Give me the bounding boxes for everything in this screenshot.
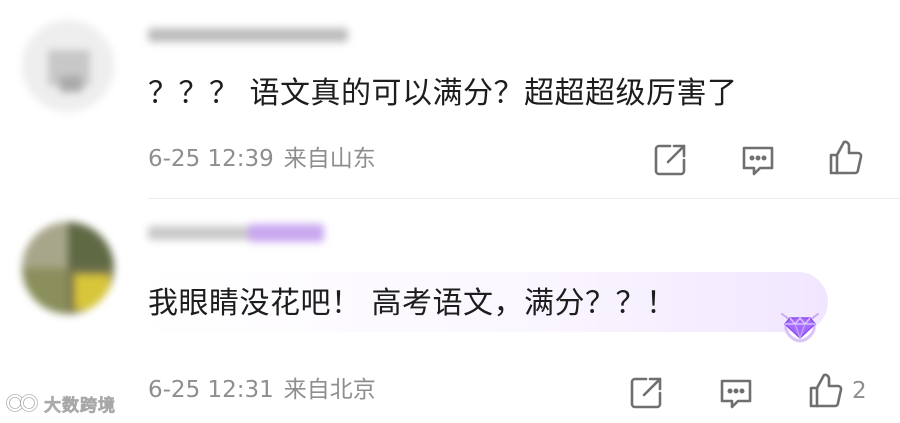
comment-icon[interactable] (738, 140, 778, 180)
comment-item: 我眼睛没花吧！ 高考语文，满分？？！ 6-25 12:31 来自北京 2 (0, 198, 900, 423)
comment-meta: 6-25 12:31 来自北京 (148, 375, 376, 405)
avatar[interactable] (22, 20, 114, 112)
username[interactable] (148, 22, 348, 48)
watermark-logo-icon (6, 394, 38, 412)
watermark-text: 大数跨境 (44, 395, 116, 416)
comment-time: 6-25 12:31 (148, 377, 274, 403)
comment-location: 来自北京 (283, 377, 376, 403)
avatar[interactable] (22, 222, 114, 314)
comment-time: 6-25 12:39 (148, 146, 274, 172)
share-icon[interactable] (626, 373, 666, 413)
comment-icon[interactable] (716, 373, 756, 413)
thumbs-up-icon[interactable] (826, 138, 866, 178)
comment-item: ？？？ 语文真的可以满分？超超超级厉害了 6-25 12:39 来自山东 (0, 0, 900, 198)
thumbs-up-icon[interactable] (806, 371, 846, 411)
share-icon[interactable] (650, 140, 690, 180)
like-count: 2 (852, 378, 867, 404)
watermark: 大数跨境 (6, 390, 116, 416)
comment-location: 来自山东 (283, 146, 376, 172)
diamond-badge-icon (781, 313, 819, 343)
comment-meta: 6-25 12:39 来自山东 (148, 144, 376, 174)
username[interactable] (148, 220, 324, 246)
comment-text: ？？？ 语文真的可以满分？超超超级厉害了 (148, 76, 738, 111)
comment-text: 我眼睛没花吧！ 高考语文，满分？？！ (148, 286, 677, 321)
